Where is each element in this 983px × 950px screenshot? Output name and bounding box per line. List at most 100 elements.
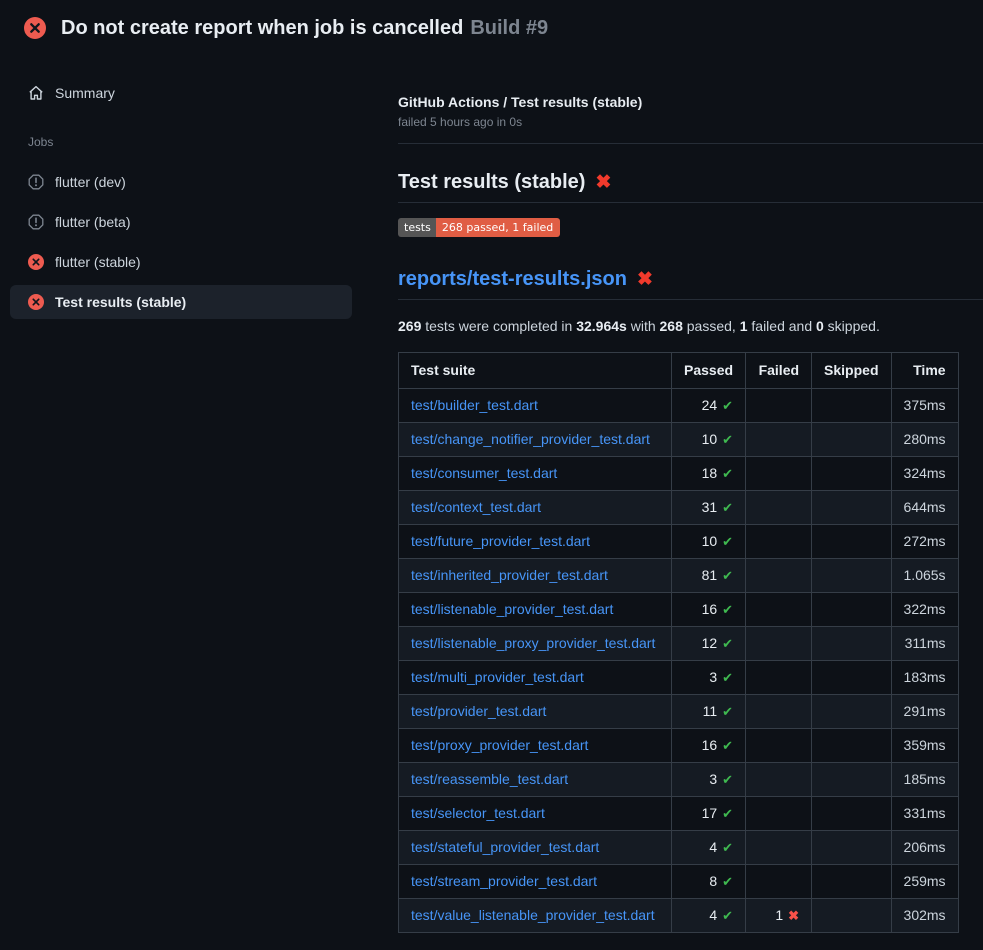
suite-link[interactable]: test/context_test.dart	[411, 499, 541, 515]
jobs-section-label: Jobs	[28, 135, 352, 149]
passed-cell: 3✔	[672, 763, 746, 797]
time-cell: 644ms	[891, 491, 958, 525]
failed-cell	[746, 831, 812, 865]
build-header: Do not create report when job is cancell…	[0, 0, 983, 56]
count-value: 16	[702, 737, 718, 753]
failed-cell	[746, 593, 812, 627]
skipped-cell	[812, 797, 891, 831]
report-heading: reports/test-results.json ✖	[398, 267, 983, 300]
time-cell: 272ms	[891, 525, 958, 559]
suite-link[interactable]: test/multi_provider_test.dart	[411, 669, 584, 685]
test-summary-sentence: 269 tests were completed in 32.964s with…	[398, 318, 983, 335]
count-value: 8	[709, 873, 717, 889]
table-row: test/reassemble_test.dart 3✔ 185ms	[399, 763, 959, 797]
sidebar-item-flutter-stable[interactable]: flutter (stable)	[10, 245, 352, 279]
summary-text: with	[627, 318, 660, 334]
passed-cell: 12✔	[672, 627, 746, 661]
suite-link[interactable]: test/provider_test.dart	[411, 703, 546, 719]
build-failed-icon	[24, 17, 46, 39]
build-title-text: Do not create report when job is cancell…	[61, 17, 463, 39]
page-title: Do not create report when job is cancell…	[61, 14, 548, 42]
count-value: 4	[709, 839, 717, 855]
suite-link[interactable]: test/selector_test.dart	[411, 805, 545, 821]
passed-cell: 8✔	[672, 865, 746, 899]
pass-check-icon: ✔	[722, 772, 733, 787]
summary-text: skipped.	[824, 318, 880, 334]
failed-circle-icon	[28, 294, 44, 310]
failed-cell	[746, 525, 812, 559]
suite-link[interactable]: test/builder_test.dart	[411, 397, 538, 413]
table-row: test/listenable_proxy_provider_test.dart…	[399, 627, 959, 661]
skipped-cell	[812, 593, 891, 627]
table-row: test/selector_test.dart 17 ✔ 331ms	[399, 797, 959, 831]
table-row: test/proxy_provider_test.dart16✔359ms	[399, 729, 959, 763]
suite-link[interactable]: test/listenable_provider_test.dart	[411, 601, 613, 617]
time-cell: 185ms	[891, 763, 958, 797]
header-divider	[398, 143, 983, 144]
count-value: 17	[702, 805, 718, 821]
suite-link[interactable]: test/consumer_test.dart	[411, 465, 557, 481]
table-header-row: Test suite Passed Failed Skipped Time	[399, 353, 959, 389]
failed-count: 1	[740, 318, 748, 334]
table-row: test/builder_test.dart24✔375ms	[399, 389, 959, 423]
passed-cell: 16✔	[672, 593, 746, 627]
table-row: test/future_provider_test.dart10✔272ms	[399, 525, 959, 559]
sidebar-item-summary[interactable]: Summary	[10, 76, 352, 110]
suite-link[interactable]: test/stateful_provider_test.dart	[411, 839, 599, 855]
pass-check-icon: ✔	[722, 874, 733, 889]
section-title: Test results (stable)	[398, 170, 585, 194]
count-value: 1	[775, 907, 783, 923]
skipped-cell	[812, 729, 891, 763]
summary-text: passed,	[683, 318, 740, 334]
passed-cell: 81✔	[672, 559, 746, 593]
suite-link[interactable]: test/listenable_proxy_provider_test.dart	[411, 635, 655, 651]
time-cell: 359ms	[891, 729, 958, 763]
failed-cell	[746, 389, 812, 423]
suite-link[interactable]: test/change_notifier_provider_test.dart	[411, 431, 650, 447]
table-row: test/listenable_provider_test.dart 16✔ 322…	[399, 593, 959, 627]
total-count: 269	[398, 318, 421, 334]
suite-link[interactable]: test/future_provider_test.dart	[411, 533, 590, 549]
sidebar-item-flutter-beta[interactable]: flutter (beta)	[10, 205, 352, 239]
suite-link[interactable]: test/inherited_provider_test.dart	[411, 567, 608, 583]
skipped-cell	[812, 525, 891, 559]
pass-check-icon: ✔	[722, 670, 733, 685]
sidebar-item-flutter-dev[interactable]: flutter (dev)	[10, 165, 352, 199]
sidebar-item-test-results-stable[interactable]: Test results (stable)	[10, 285, 352, 319]
tests-status-badge: tests 268 passed, 1 failed	[398, 218, 560, 237]
suite-cell: test/reassemble_test.dart	[399, 763, 672, 797]
job-label: flutter (dev)	[55, 174, 126, 190]
suite-link[interactable]: test/stream_provider_test.dart	[411, 873, 597, 889]
report-file-link[interactable]: reports/test-results.json	[398, 267, 627, 291]
passed-cell: 4✔	[672, 899, 746, 933]
pass-check-icon: ✔	[722, 534, 733, 549]
time-cell: 324ms	[891, 457, 958, 491]
build-number: Build #9	[470, 17, 548, 39]
failed-cell	[746, 423, 812, 457]
test-results-table: Test suite Passed Failed Skipped Time te…	[398, 352, 959, 933]
failed-cell	[746, 865, 812, 899]
failed-cell	[746, 627, 812, 661]
time-cell: 331ms	[891, 797, 958, 831]
suite-link[interactable]: test/value_listenable_provider_test.dart	[411, 907, 655, 923]
col-passed: Passed	[672, 353, 746, 389]
job-label: Test results (stable)	[55, 294, 186, 310]
skipped-cell	[812, 695, 891, 729]
failed-cell	[746, 661, 812, 695]
section-heading: Test results (stable) ✖	[398, 170, 983, 203]
pass-check-icon: ✔	[722, 398, 733, 413]
suite-cell: test/builder_test.dart	[399, 389, 672, 423]
breadcrumb: GitHub Actions / Test results (stable)	[398, 94, 983, 111]
time-cell: 322ms	[891, 593, 958, 627]
job-label: flutter (beta)	[55, 214, 130, 230]
pass-check-icon: ✔	[722, 602, 733, 617]
skipped-cell	[812, 491, 891, 525]
summary-text: failed and	[748, 318, 817, 334]
time-cell: 375ms	[891, 389, 958, 423]
col-time: Time	[891, 353, 958, 389]
failed-cell	[746, 559, 812, 593]
pass-check-icon: ✔	[722, 806, 733, 821]
suite-link[interactable]: test/proxy_provider_test.dart	[411, 737, 588, 753]
table-row: test/stream_provider_test.dart8✔259ms	[399, 865, 959, 899]
suite-link[interactable]: test/reassemble_test.dart	[411, 771, 568, 787]
